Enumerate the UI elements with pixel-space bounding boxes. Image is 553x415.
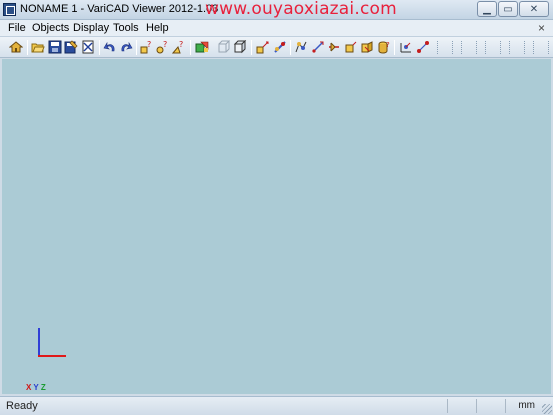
toolbar-separator <box>99 40 100 55</box>
box-frame-icon[interactable] <box>217 40 231 54</box>
query-angle-icon[interactable]: ? <box>172 40 186 54</box>
minimize-icon: ▁ <box>483 3 491 15</box>
title-bar: NONAME 1 - VariCAD Viewer 2012-1.03 www.… <box>0 0 553 20</box>
resize-grip[interactable] <box>542 404 552 414</box>
units-label: mm <box>518 400 535 411</box>
toolbar-grip[interactable] <box>461 41 477 54</box>
query-distance-icon[interactable]: ? <box>156 40 170 54</box>
surface-icon[interactable] <box>344 40 358 54</box>
toolbar-separator <box>251 40 252 55</box>
undo-icon[interactable] <box>103 40 117 54</box>
maximize-icon: ▭ <box>503 3 513 15</box>
query-object-icon[interactable]: ? <box>140 40 154 54</box>
move-icon[interactable] <box>416 40 430 54</box>
y-axis-indicator <box>38 328 40 356</box>
svg-text:?: ? <box>147 40 151 49</box>
print-icon[interactable] <box>81 40 95 54</box>
status-text: Ready <box>6 400 38 412</box>
drawing-canvas[interactable]: X Y Z <box>2 59 551 394</box>
toolbar-separator <box>136 40 137 55</box>
toolbar-grip[interactable] <box>437 41 453 54</box>
coordinate-icon[interactable] <box>294 40 308 54</box>
axis-labels: X Y Z <box>26 383 46 392</box>
z-axis-label: Z <box>40 383 46 392</box>
toolbar-separator <box>394 40 395 55</box>
axis-icon[interactable] <box>399 40 413 54</box>
home-icon[interactable] <box>9 40 23 54</box>
toolbar-grip[interactable] <box>533 41 549 54</box>
maximize-button[interactable]: ▭ <box>498 1 518 17</box>
point-icon[interactable] <box>311 40 325 54</box>
status-cell <box>447 399 475 413</box>
toolbar-separator <box>290 40 291 55</box>
open-folder-icon[interactable] <box>31 40 45 54</box>
status-cell <box>476 399 504 413</box>
close-button[interactable]: ✕ <box>519 1 549 17</box>
redo-icon[interactable] <box>119 40 133 54</box>
toolbar-grip[interactable] <box>509 41 525 54</box>
solid-icon[interactable] <box>360 40 374 54</box>
menu-display[interactable]: Display <box>73 22 109 34</box>
menu-tools[interactable]: Tools <box>113 22 139 34</box>
toolbar-separator <box>27 40 28 55</box>
x-axis-indicator <box>38 355 66 357</box>
menu-objects[interactable]: Objects <box>32 22 69 34</box>
rotate-icon[interactable] <box>273 40 287 54</box>
close-icon: ✕ <box>529 3 539 15</box>
save-icon[interactable] <box>48 40 62 54</box>
menu-file[interactable]: File <box>8 22 26 34</box>
color-icon[interactable] <box>195 40 209 54</box>
toolbar: ? ? ? ? <box>0 37 553 58</box>
y-axis-label: Y <box>33 383 39 392</box>
menu-help[interactable]: Help <box>146 22 169 34</box>
svg-text:?: ? <box>179 40 183 49</box>
save-as-icon[interactable] <box>64 40 78 54</box>
minimize-button[interactable]: ▁ <box>477 1 497 17</box>
window-title: NONAME 1 - VariCAD Viewer 2012-1.03 <box>20 3 219 15</box>
document-close-icon[interactable]: × <box>538 21 545 35</box>
status-bar: Ready mm <box>0 396 553 415</box>
watermark-text: www.ouyaoxiazai.com <box>205 0 397 19</box>
svg-text:?: ? <box>386 41 390 49</box>
box-solid-icon[interactable] <box>233 40 247 54</box>
svg-text:?: ? <box>163 40 167 49</box>
toolbar-separator <box>190 40 191 55</box>
toolbar-grip[interactable] <box>485 41 501 54</box>
cylinder-icon[interactable]: ? <box>377 40 391 54</box>
dimension-icon[interactable] <box>256 40 270 54</box>
x-axis-label: X <box>26 383 32 392</box>
menu-bar: File Objects Display Tools Help × <box>0 20 553 37</box>
section-icon[interactable] <box>327 40 341 54</box>
window-controls: ▁ ▭ ✕ <box>476 1 549 17</box>
app-icon <box>3 3 16 16</box>
